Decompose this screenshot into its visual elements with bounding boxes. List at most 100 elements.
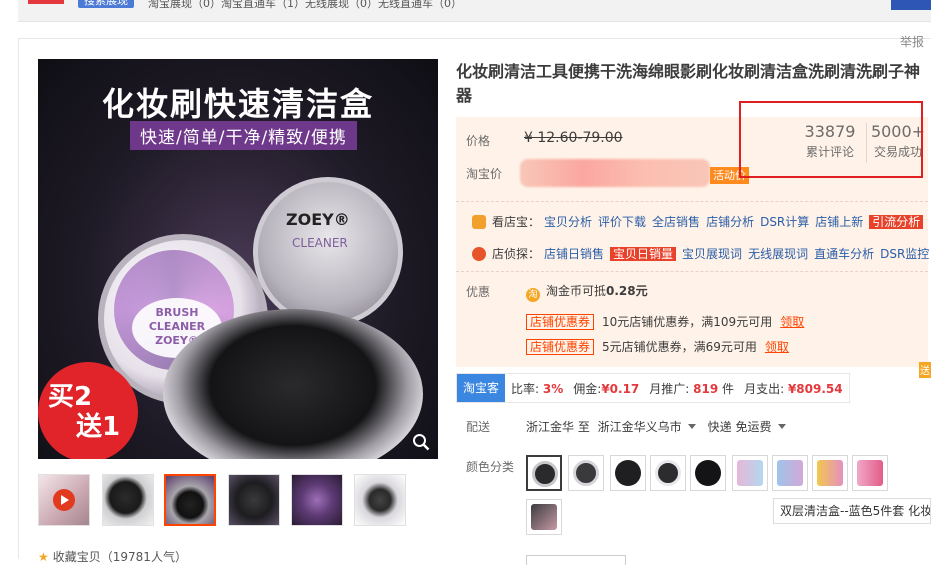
tbk-ratio-value: 3%	[542, 381, 564, 396]
favorites-text: 收藏宝贝（19781人气）	[52, 550, 187, 564]
dianzhentan-icon	[472, 247, 486, 261]
color-swatch[interactable]	[690, 455, 726, 491]
thumbnail[interactable]	[228, 474, 280, 526]
claim-coupon-link[interactable]: 领取	[780, 315, 804, 329]
chevron-down-icon[interactable]	[687, 424, 696, 429]
tbk-monthly-unit: 件	[722, 381, 735, 396]
taobaoke-tag[interactable]: 淘宝客	[457, 374, 506, 402]
tbk-commission: 佣金:¥0.17	[573, 380, 639, 397]
kdb-link-shop-sales[interactable]: 全店销售	[652, 215, 700, 229]
thumbnail-video[interactable]	[38, 474, 90, 526]
divider	[456, 201, 928, 202]
tbk-ratio-label: 比率:	[511, 381, 540, 396]
tbk-monthly: 月推广: 819 件	[649, 380, 734, 397]
kdb-link-traffic-analysis[interactable]: 引流分析	[869, 215, 924, 229]
divider	[456, 271, 928, 272]
color-swatch[interactable]	[852, 455, 888, 491]
thumbnail[interactable]	[354, 474, 406, 526]
tbk-spend-label: 月支出:	[744, 381, 785, 396]
tbk-spend: 月支出: ¥809.54	[744, 380, 843, 397]
color-swatch[interactable]	[526, 499, 562, 535]
kdb-link-shop-analysis[interactable]: 店铺分析	[706, 215, 754, 229]
tin-brand-text: ZOEY®	[286, 210, 350, 229]
taojinbi-coin-icon: 淘	[526, 288, 540, 302]
thumbnail[interactable]	[291, 474, 343, 526]
search-display-chip[interactable]: 搜索展现	[78, 0, 134, 8]
coin-offer: 淘淘金币可抵0.28元	[526, 282, 648, 302]
kandianbao-head: 看店宝：	[492, 215, 541, 229]
play-icon	[53, 489, 75, 511]
tbk-spend-value: ¥809.54	[787, 381, 843, 396]
color-swatch[interactable]	[812, 455, 848, 491]
color-swatch[interactable]	[650, 455, 686, 491]
coupon-row: 店铺优惠券 10元店铺优惠券，满109元可用 领取	[526, 313, 804, 330]
original-price: ¥ 12.60-79.00	[524, 130, 623, 146]
shipping-destination-select[interactable]: 浙江金华义乌市	[598, 420, 682, 434]
taobaoke-bar: 淘宝客 比率: 3% 佣金:¥0.17 月推广: 819 件 月支出: ¥809…	[456, 373, 850, 403]
coupon-tag: 店铺优惠券	[526, 339, 595, 355]
shipping-origin: 浙江金华 至	[526, 420, 590, 434]
shipping-info: 浙江金华 至 浙江金华义乌市 快递 免运费	[526, 418, 798, 435]
side-tag[interactable]: 送	[919, 362, 931, 378]
promotion-label: 优惠	[466, 285, 491, 299]
color-swatch[interactable]	[610, 455, 646, 491]
chevron-down-icon[interactable]	[777, 424, 786, 429]
kdb-link-new-items[interactable]: 店铺上新	[815, 215, 863, 229]
tbk-monthly-value: 819	[693, 381, 719, 396]
thumbnail[interactable]	[102, 474, 154, 526]
tin-cleaner-back: ZOEY® CLEANER	[253, 177, 403, 327]
kandianbao-icon	[472, 215, 486, 229]
dzt-link-mobile-keywords[interactable]: 无线展现词	[748, 247, 808, 261]
kandianbao-toolbar: 看店宝： 宝贝分析 评价下载 全店销售 店铺分析 DSR计算 店铺上新 引流分析	[472, 213, 929, 230]
badge-line: 送1	[76, 412, 121, 442]
color-swatch[interactable]	[772, 455, 808, 491]
kdb-link-dsr-calc[interactable]: DSR计算	[760, 215, 809, 229]
color-swatch-selected[interactable]	[526, 455, 562, 491]
image-subline: 快速/简单/干净/精致/便携	[130, 121, 357, 150]
main-product-image[interactable]: 化妆刷快速清洁盒 快速/简单/干净/精致/便携 ZOEY® CLEANER BR…	[38, 59, 438, 459]
thumbnail-selected[interactable]	[164, 474, 216, 526]
dzt-link-item-daily-sales[interactable]: 宝贝日销量	[610, 247, 677, 261]
price-label: 价格	[466, 134, 491, 148]
coupon-tag: 店铺优惠券	[526, 314, 595, 330]
blurred-price	[520, 159, 710, 187]
coin-text: 淘金币可抵	[546, 284, 607, 298]
quantity-input[interactable]	[526, 555, 626, 565]
coin-value: 0.28元	[606, 284, 648, 298]
stats-highlight-box	[739, 101, 923, 178]
color-label: 颜色分类	[466, 460, 515, 474]
dzt-link-ztc-analysis[interactable]: 直通车分析	[814, 247, 874, 261]
tbk-commission-label: 佣金:	[573, 381, 602, 396]
color-swatch[interactable]	[732, 455, 768, 491]
top-blue-button[interactable]	[891, 0, 931, 10]
badge-line: 买2	[48, 382, 93, 412]
dianzhentan-toolbar: 店侦探： 店铺日销售 宝贝日销量 宝贝展现词 无线展现词 直通车分析 DSR监控	[472, 245, 931, 262]
kdb-link-review-download[interactable]: 评价下载	[598, 215, 646, 229]
dzt-link-item-keywords[interactable]: 宝贝展现词	[682, 247, 742, 261]
report-link[interactable]: 举报	[900, 33, 924, 50]
claim-coupon-link[interactable]: 领取	[765, 340, 789, 354]
image-headline: 化妆刷快速清洁盒	[101, 85, 374, 123]
zoom-icon[interactable]	[412, 433, 430, 451]
taobao-price-label: 淘宝价	[466, 167, 503, 181]
dianzhentan-head: 店侦探：	[492, 247, 541, 261]
dzt-link-dsr-monitor[interactable]: DSR监控	[880, 247, 929, 261]
shipping-method-select[interactable]: 快递 免运费	[708, 420, 772, 434]
coupon-desc: 10元店铺优惠券，满109元可用	[602, 315, 773, 329]
coupon-row: 店铺优惠券 5元店铺优惠券，满69元可用 领取	[526, 338, 789, 355]
kdb-link-item-analysis[interactable]: 宝贝分析	[544, 215, 592, 229]
favorites-link[interactable]: ★ 收藏宝贝（19781人气）	[38, 548, 187, 565]
tbk-commission-value: ¥0.17	[601, 381, 640, 396]
star-icon: ★	[38, 550, 49, 564]
tbk-monthly-label: 月推广:	[649, 381, 690, 396]
tin-cleaner-text: CLEANER	[292, 236, 348, 250]
color-swatch[interactable]	[568, 455, 604, 491]
display-stats: 淘宝展现（0）淘宝直通车（1）无线展现（0）无线直通车（0）	[148, 0, 462, 10]
tbk-ratio: 比率: 3%	[511, 380, 563, 397]
swatch-tooltip: 双层清洁盒--蓝色5件套 化妆	[773, 498, 931, 524]
top-red-tag	[28, 0, 64, 4]
shipping-label: 配送	[466, 420, 491, 434]
tin-label-line: BRUSH	[155, 306, 199, 319]
top-strip: 搜索展现 淘宝展现（0）淘宝直通车（1）无线展现（0）无线直通车（0）	[18, 0, 931, 22]
dzt-link-shop-daily-sales[interactable]: 店铺日销售	[544, 247, 604, 261]
